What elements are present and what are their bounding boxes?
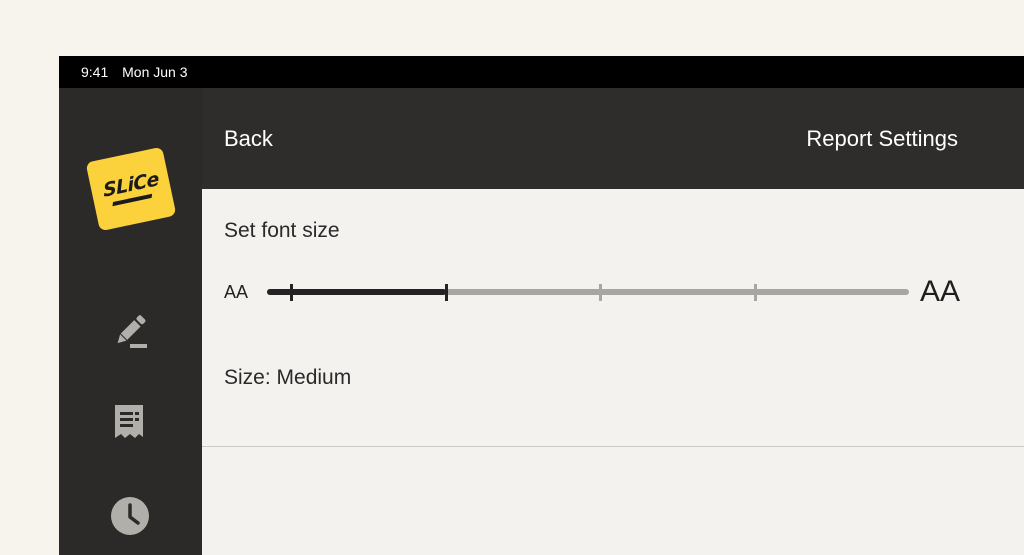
- pencil-icon: [117, 315, 147, 348]
- slider-step-1[interactable]: [290, 284, 293, 301]
- slider-step-4[interactable]: [753, 284, 757, 301]
- slider-step-3[interactable]: [599, 284, 602, 301]
- main-content: Back Report Settings Set font size AA AA…: [202, 88, 1024, 555]
- font-size-label: Set font size: [224, 219, 340, 242]
- nav-item-receipts[interactable]: [109, 402, 151, 444]
- status-date: Mon Jun 3: [122, 64, 188, 80]
- large-font-indicator: AA: [920, 275, 961, 308]
- nav-item-edit[interactable]: [109, 309, 151, 351]
- status-time: 9:41: [81, 64, 109, 80]
- clock-icon: [111, 497, 149, 535]
- tablet-screen: 9:41 Mon Jun 3 SLiCe Back Report Setting…: [59, 56, 1024, 555]
- slider-step-2[interactable]: [444, 284, 448, 301]
- slider-fill: [267, 289, 446, 295]
- status-bar: 9:41 Mon Jun 3: [59, 56, 1024, 88]
- receipt-icon: [115, 405, 143, 438]
- page-header: Back Report Settings: [202, 88, 1024, 189]
- font-size-slider[interactable]: [267, 281, 909, 305]
- font-size-panel: Set font size AA AA Size: Medium: [202, 189, 1024, 447]
- font-size-readout: Size: Medium: [224, 366, 352, 389]
- page-title: Report Settings: [806, 126, 958, 151]
- slice-logo[interactable]: SLiCe: [85, 146, 177, 232]
- small-font-indicator: AA: [224, 282, 249, 302]
- back-button[interactable]: Back: [224, 126, 273, 152]
- nav-item-history[interactable]: [109, 495, 151, 537]
- sidebar: SLiCe: [59, 88, 202, 555]
